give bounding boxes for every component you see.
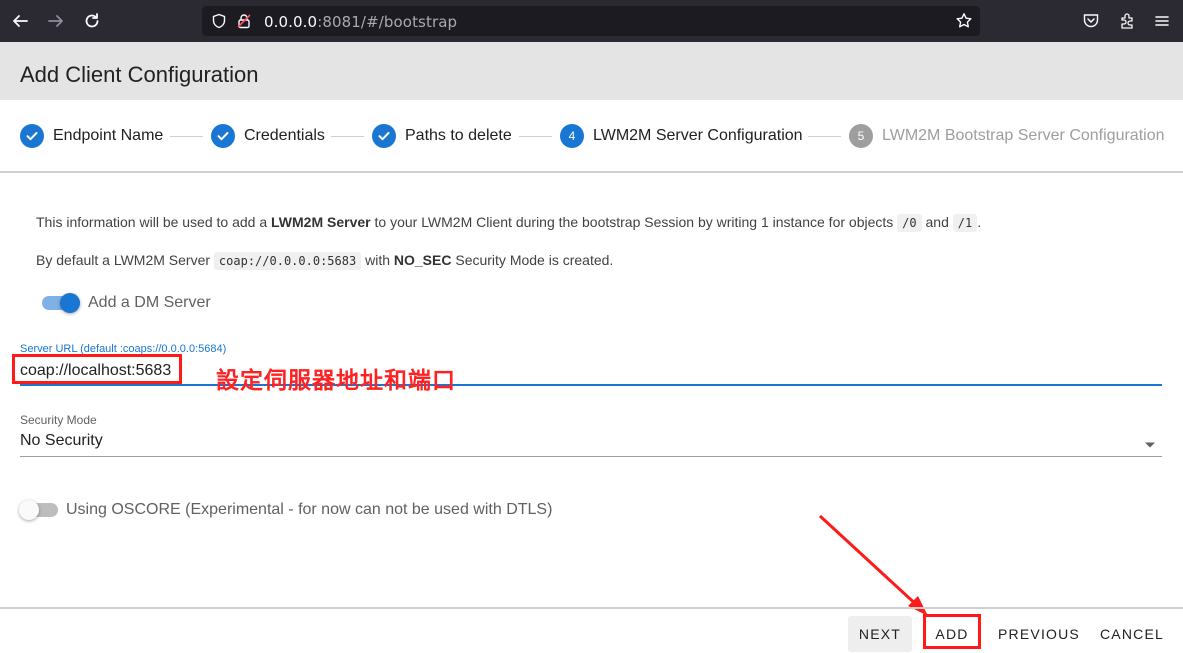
step-endpoint-name[interactable]: Endpoint Name <box>20 124 163 148</box>
step-label: Credentials <box>244 127 325 144</box>
annotation-highlight-box <box>923 614 981 649</box>
step-lwm2m-server-configuration[interactable]: 4 LWM2M Server Configuration <box>560 124 803 148</box>
forward-icon[interactable] <box>43 8 69 34</box>
info-text-1: This information will be used to add a L… <box>36 214 982 232</box>
info-text: to your LWM2M Client during the bootstra… <box>370 214 898 230</box>
info-text: Security Mode is created. <box>451 252 614 268</box>
dialog-title: Add Client Configuration <box>20 62 259 87</box>
info-text: This information will be used to add a <box>36 214 272 230</box>
step-connector <box>808 136 841 137</box>
code-snippet: coap://0.0.0.0:5683 <box>213 252 362 270</box>
divider <box>0 171 1183 173</box>
pocket-icon[interactable] <box>1082 12 1100 35</box>
info-bold: NO_SEC <box>393 252 452 268</box>
address-bar[interactable]: 0.0.0.0:8081/#/bootstrap <box>202 6 980 36</box>
step-label: Endpoint Name <box>53 127 164 144</box>
step-credentials[interactable]: Credentials <box>211 124 325 148</box>
step-connector <box>170 136 203 137</box>
info-text: and <box>921 214 953 230</box>
reload-icon[interactable] <box>79 8 105 34</box>
info-bold: LWM2M Server <box>271 214 371 230</box>
bookmark-star-icon[interactable] <box>955 12 973 35</box>
dialog-header: Add Client Configuration <box>0 42 1183 100</box>
annotation-text: 設定伺服器地址和端口 <box>216 368 456 394</box>
info-text-2: By default a LWM2M Server coap://0.0.0.0… <box>36 252 614 270</box>
shield-icon[interactable] <box>211 13 227 34</box>
step-label: Paths to delete <box>405 127 512 144</box>
next-button[interactable]: NEXT <box>848 616 912 652</box>
extensions-icon[interactable] <box>1118 12 1136 35</box>
annotation-highlight-box <box>12 354 182 384</box>
menu-icon[interactable] <box>1153 12 1171 35</box>
insecure-lock-icon[interactable] <box>236 13 252 34</box>
url-host: 0.0.0.0 <box>264 13 318 31</box>
annotation-arrow <box>818 514 928 616</box>
url-path: :8081/#/bootstrap <box>317 13 458 31</box>
check-icon <box>372 124 396 148</box>
server-url-underline <box>20 384 1162 386</box>
info-text: with <box>361 252 394 268</box>
info-text: By default a LWM2M Server <box>36 252 214 268</box>
dropdown-arrow-icon[interactable] <box>1144 436 1156 454</box>
check-icon <box>211 124 235 148</box>
browser-toolbar: 0.0.0.0:8081/#/bootstrap <box>0 0 1183 42</box>
step-lwm2m-bootstrap-server-configuration: 5 LWM2M Bootstrap Server Configuration <box>849 124 1164 148</box>
step-number: 4 <box>560 124 584 148</box>
toggle-track <box>42 293 80 313</box>
dm-server-toggle-label: Add a DM Server <box>88 294 211 311</box>
info-text: . <box>977 214 982 230</box>
code-snippet: /0 <box>897 214 922 232</box>
stepper: Endpoint Name Credentials Paths to delet… <box>0 100 1183 172</box>
url-text[interactable]: 0.0.0.0:8081/#/bootstrap <box>264 13 457 31</box>
back-icon[interactable] <box>7 8 33 34</box>
step-connector <box>331 136 364 137</box>
toggle-knob <box>19 500 39 520</box>
footer-divider <box>0 607 1183 609</box>
security-mode-select[interactable]: No Security <box>20 432 103 450</box>
step-number: 5 <box>849 124 873 148</box>
code-snippet: /1 <box>952 214 978 232</box>
step-label: LWM2M Bootstrap Server Configuration <box>882 127 1165 144</box>
step-connector <box>519 136 552 137</box>
cancel-button[interactable]: CANCEL <box>1094 616 1170 652</box>
check-icon <box>20 124 44 148</box>
dm-server-toggle[interactable]: Add a DM Server <box>42 293 211 313</box>
step-paths-to-delete[interactable]: Paths to delete <box>372 124 512 148</box>
security-mode-underline <box>20 456 1162 457</box>
toggle-knob <box>60 293 80 313</box>
toggle-track <box>19 500 58 520</box>
step-label: LWM2M Server Configuration <box>593 127 803 144</box>
previous-button[interactable]: PREVIOUS <box>994 616 1084 652</box>
security-mode-label: Security Mode <box>20 413 97 427</box>
oscore-toggle-label: Using OSCORE (Experimental - for now can… <box>66 501 553 518</box>
oscore-toggle[interactable]: Using OSCORE (Experimental - for now can… <box>19 500 553 520</box>
